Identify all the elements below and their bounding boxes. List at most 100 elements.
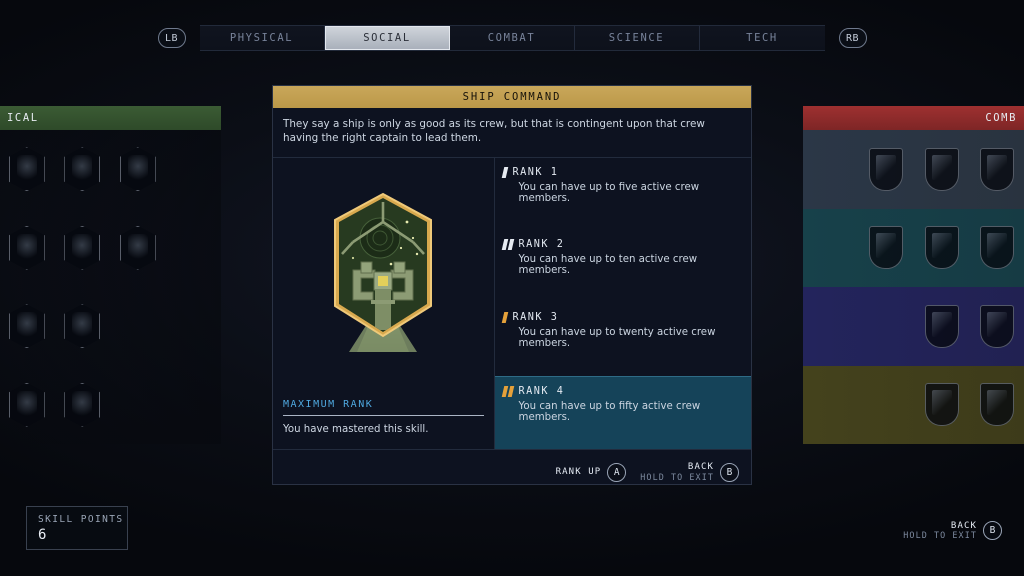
- physical-tier-rows: [0, 130, 221, 444]
- maximum-rank-divider: [283, 414, 484, 416]
- rank-header: RANK 1: [501, 166, 741, 178]
- skill-slot[interactable]: [55, 147, 111, 192]
- back-labels: BACK HOLD TO EXIT: [640, 462, 714, 481]
- rank-row-1[interactable]: RANK 1 You can have up to five active cr…: [495, 158, 751, 231]
- button-b-icon[interactable]: B: [983, 521, 1002, 541]
- tier-row-expert: [803, 287, 1024, 366]
- skill-slot[interactable]: [55, 225, 111, 270]
- rank-up-label: RANK UP: [555, 467, 602, 478]
- rank-description: You can have up to ten active crew membe…: [518, 254, 698, 277]
- skill-slot[interactable]: [55, 304, 111, 349]
- rank-pips-icon: [501, 239, 514, 251]
- skill-points-value: 6: [38, 527, 47, 543]
- skill-slot[interactable]: [0, 382, 55, 427]
- tier-row-expert: [0, 287, 221, 366]
- skill-slot[interactable]: [0, 225, 55, 270]
- right-bumper-icon[interactable]: RB: [838, 28, 867, 48]
- skill-points-box: SKILL POINTS 6: [26, 506, 128, 550]
- skill-slot[interactable]: [914, 226, 970, 270]
- rank-label: RANK 1: [512, 166, 559, 178]
- rank-label: RANK 3: [512, 312, 559, 324]
- button-b-icon[interactable]: B: [720, 462, 739, 482]
- skill-hex-icon: [64, 225, 101, 270]
- tier-row-advanced: [803, 208, 1024, 287]
- hold-to-exit-label: HOLD TO EXIT: [640, 471, 714, 482]
- skill-slot[interactable]: [0, 147, 55, 192]
- maximum-rank-section: MAXIMUM RANK You have mastered this skil…: [273, 391, 494, 449]
- skill-hex-icon: [8, 225, 45, 270]
- rank-up-labels: RANK UP: [556, 467, 602, 477]
- skill-slot[interactable]: [55, 382, 111, 427]
- skill-shield-icon: [924, 147, 959, 191]
- skill-slot[interactable]: [110, 225, 166, 270]
- tab-combat[interactable]: COMBAT: [449, 26, 575, 50]
- skill-hex-icon: [8, 382, 45, 427]
- rank-row-2[interactable]: RANK 2 You can have up to ten active cre…: [495, 230, 751, 303]
- skill-shield-icon: [924, 226, 959, 270]
- screen-hold-to-exit-label: HOLD TO EXIT: [903, 530, 977, 541]
- screen-back-prompt[interactable]: BACK HOLD TO EXIT B: [903, 521, 1002, 541]
- tab-physical[interactable]: PHYSICAL: [199, 26, 325, 50]
- tab-tech[interactable]: TECH: [699, 26, 825, 50]
- rank-description: You can have up to twenty active crew me…: [518, 327, 716, 350]
- skill-slot[interactable]: [970, 304, 1024, 348]
- tier-row-advanced: [0, 208, 221, 287]
- tier-row-novice: [0, 130, 221, 209]
- skill-points-label: SKILL POINTS: [38, 514, 124, 525]
- physical-skill-panel[interactable]: ICAL: [0, 106, 221, 444]
- maximum-rank-title: MAXIMUM RANK: [283, 398, 374, 410]
- rank-up-prompt[interactable]: RANK UP A: [556, 462, 627, 482]
- skill-hex-icon: [64, 147, 101, 192]
- rank-row-3[interactable]: RANK 3 You can have up to twenty active …: [495, 303, 751, 376]
- skill-slot[interactable]: [914, 304, 970, 348]
- skill-art-column: MAXIMUM RANK You have mastered this skil…: [273, 157, 495, 449]
- tier-row-master: [0, 365, 221, 444]
- skill-shield-icon: [980, 147, 1015, 191]
- skill-hex-icon: [8, 147, 45, 192]
- skill-menu-screen: LB PHYSICAL SOCIAL COMBAT SCIENCE TECH R…: [0, 0, 1024, 576]
- screen-back-labels: BACK HOLD TO EXIT: [903, 521, 977, 540]
- skill-slot[interactable]: [970, 226, 1024, 270]
- skill-hex-icon: [64, 304, 101, 349]
- skill-slot[interactable]: [914, 147, 970, 191]
- back-prompt[interactable]: BACK HOLD TO EXIT B: [640, 462, 739, 482]
- category-tab-bar: LB PHYSICAL SOCIAL COMBAT SCIENCE TECH R…: [0, 22, 1024, 54]
- skill-slot[interactable]: [0, 304, 55, 349]
- rank-description: You can have up to five active crew memb…: [518, 181, 700, 204]
- detail-footer-prompts: RANK UP A BACK HOLD TO EXIT B: [273, 448, 751, 495]
- rank-list: RANK 1 You can have up to five active cr…: [494, 158, 751, 449]
- left-bumper-icon[interactable]: LB: [157, 28, 186, 48]
- combat-skill-panel[interactable]: COMB: [803, 106, 1024, 444]
- skill-hex-icon: [8, 304, 45, 349]
- skill-shield-icon: [869, 226, 904, 270]
- skill-shield-icon: [869, 147, 904, 191]
- skill-slot[interactable]: [859, 147, 915, 191]
- skill-slot[interactable]: [110, 147, 166, 192]
- skill-slot[interactable]: [914, 383, 970, 427]
- skill-artwork-wrapper: [273, 158, 494, 391]
- rank-pips-icon: [501, 312, 508, 324]
- skill-hex-icon: [119, 147, 156, 192]
- skill-shield-icon: [924, 304, 959, 348]
- skill-slot[interactable]: [859, 226, 915, 270]
- physical-panel-header: ICAL: [0, 106, 221, 130]
- tab-social[interactable]: SOCIAL: [324, 26, 450, 50]
- rank-pips-icon: [501, 385, 514, 397]
- skill-slot[interactable]: [970, 383, 1024, 427]
- skill-shield-icon: [980, 304, 1015, 348]
- combat-tier-rows: [803, 130, 1024, 444]
- skill-slot[interactable]: [970, 147, 1024, 191]
- skill-shield-icon: [980, 226, 1015, 270]
- rank-header: RANK 4: [501, 385, 741, 397]
- rank-description: You can have up to fifty active crew mem…: [518, 400, 701, 423]
- rank-header: RANK 3: [501, 312, 741, 324]
- rank-pips-icon: [501, 166, 508, 178]
- tier-row-novice: [803, 130, 1024, 209]
- skill-hex-icon: [64, 382, 101, 427]
- skill-hex-icon: [119, 225, 156, 270]
- tab-science[interactable]: SCIENCE: [574, 26, 700, 50]
- rank-label: RANK 4: [518, 385, 565, 397]
- rank-row-4[interactable]: RANK 4 You can have up to fifty active c…: [494, 375, 751, 449]
- button-a-icon[interactable]: A: [607, 462, 627, 482]
- rank-header: RANK 2: [501, 239, 741, 251]
